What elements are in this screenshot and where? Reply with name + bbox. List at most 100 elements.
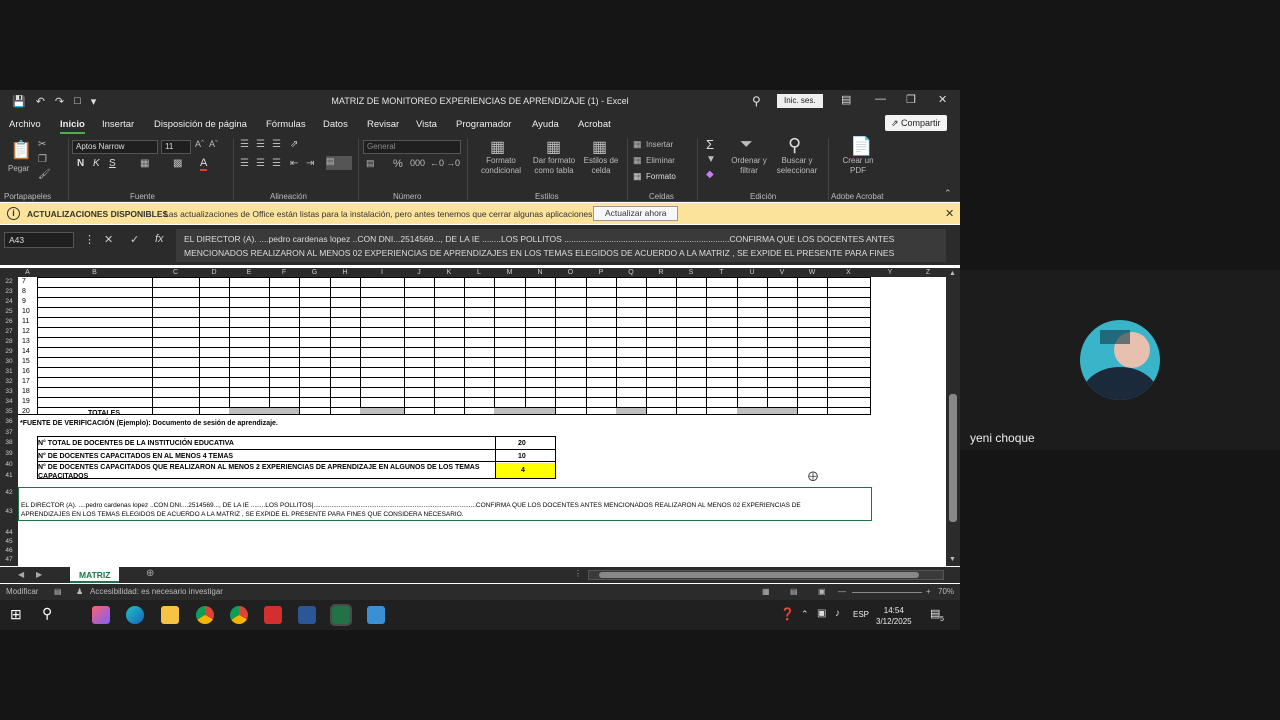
bold-icon[interactable]: N xyxy=(77,158,84,169)
row-header-24[interactable]: 24 xyxy=(0,298,18,305)
row-header-43[interactable]: 43 xyxy=(0,508,18,515)
number-format-select[interactable]: General xyxy=(363,140,461,154)
orientation-icon[interactable]: ⇗ xyxy=(290,139,298,150)
align-middle-icon[interactable]: ☰ xyxy=(256,139,265,150)
minimize-icon[interactable]: — xyxy=(875,93,886,105)
column-header-x[interactable]: X xyxy=(827,268,870,277)
zoom-level[interactable]: 70% xyxy=(938,584,954,600)
accounting-format-icon[interactable]: ▤ xyxy=(366,158,375,169)
row-header-25[interactable]: 25 xyxy=(0,308,18,315)
paste-icon[interactable]: 📋 xyxy=(10,140,32,161)
tab-disposicion[interactable]: Disposición de página xyxy=(154,119,247,130)
align-left-icon[interactable]: ☰ xyxy=(240,158,249,169)
row-header-33[interactable]: 33 xyxy=(0,388,18,395)
column-header-g[interactable]: G xyxy=(299,268,330,277)
column-header-v[interactable]: V xyxy=(767,268,797,277)
sheet-tab-matriz[interactable]: MATRIZ xyxy=(70,567,120,583)
macro-record-icon[interactable]: ▤ xyxy=(54,584,62,600)
autosum-icon[interactable]: Σ xyxy=(706,137,714,152)
row-header-36[interactable]: 36 xyxy=(0,418,18,425)
format-cells-label[interactable]: Formato xyxy=(646,172,676,182)
column-header-w[interactable]: W xyxy=(797,268,827,277)
ribbon-display-icon[interactable]: ▤ xyxy=(841,93,851,106)
next-sheet-icon[interactable]: ▶ xyxy=(36,570,42,579)
row-header-26[interactable]: 26 xyxy=(0,318,18,325)
delete-cells-label[interactable]: Eliminar xyxy=(646,156,675,166)
cut-icon[interactable]: ✂ xyxy=(38,139,46,150)
acrobat-icon[interactable] xyxy=(264,606,282,624)
font-size-select[interactable]: 11 xyxy=(161,140,191,154)
scroll-down-icon[interactable]: ▼ xyxy=(949,556,956,563)
increase-font-icon[interactable]: Aˆ xyxy=(195,139,204,149)
accessibility-status[interactable]: Accesibilidad: es necesario investigar xyxy=(90,584,223,600)
align-bottom-icon[interactable]: ☰ xyxy=(272,139,281,150)
search-icon[interactable]: ⚲ xyxy=(752,94,761,108)
copy-icon[interactable]: ❐ xyxy=(38,154,47,165)
merge-center-icon[interactable]: ▤ xyxy=(326,156,352,170)
column-header-k[interactable]: K xyxy=(434,268,464,277)
row-header-29[interactable]: 29 xyxy=(0,348,18,355)
conditional-format-label[interactable]: Formato condicional xyxy=(472,156,530,176)
word-icon[interactable] xyxy=(298,606,316,624)
language-indicator[interactable]: ESP xyxy=(853,610,869,619)
horizontal-scrollbar[interactable] xyxy=(588,570,944,580)
row-header-44[interactable]: 44 xyxy=(0,529,18,536)
paste-label[interactable]: Pegar xyxy=(8,164,29,174)
align-top-icon[interactable]: ☰ xyxy=(240,139,249,150)
enter-icon[interactable]: ✓ xyxy=(130,233,139,246)
add-sheet-icon[interactable]: ⊕ xyxy=(146,568,154,579)
font-name-select[interactable]: Aptos Narrow xyxy=(72,140,158,154)
column-header-f[interactable]: F xyxy=(269,268,299,277)
row-header-31[interactable]: 31 xyxy=(0,368,18,375)
column-header-j[interactable]: J xyxy=(404,268,434,277)
decrease-font-icon[interactable]: Aˇ xyxy=(209,139,218,149)
row-header-41[interactable]: 41 xyxy=(0,472,18,479)
file-explorer-icon[interactable] xyxy=(161,606,179,624)
name-box[interactable]: A43 xyxy=(4,232,74,248)
excel-icon[interactable] xyxy=(330,604,352,626)
tab-inicio[interactable]: Inicio xyxy=(60,119,85,134)
cancel-icon[interactable]: ✕ xyxy=(104,233,113,246)
column-header-t[interactable]: T xyxy=(706,268,737,277)
row-header-42[interactable]: 42 xyxy=(0,489,18,496)
create-pdf-label[interactable]: Crear un PDF xyxy=(838,156,878,176)
find-select-label[interactable]: Buscar y seleccionar xyxy=(770,156,824,176)
delete-cells-icon[interactable]: ▦ xyxy=(633,155,642,166)
row-header-28[interactable]: 28 xyxy=(0,338,18,345)
zoom-slider[interactable] xyxy=(852,592,922,593)
tab-datos[interactable]: Datos xyxy=(323,119,348,130)
italic-icon[interactable]: K xyxy=(93,158,100,169)
update-now-button[interactable]: Actualizar ahora xyxy=(593,206,679,221)
search-icon[interactable]: ⚲ xyxy=(42,605,52,622)
accessibility-icon[interactable]: ♟ xyxy=(76,584,83,600)
row-header-32[interactable]: 32 xyxy=(0,378,18,385)
prev-sheet-icon[interactable]: ◀ xyxy=(18,570,24,579)
tab-vista[interactable]: Vista xyxy=(416,119,437,130)
signin-button[interactable]: Inic. ses. xyxy=(777,94,823,108)
column-header-u[interactable]: U xyxy=(737,268,767,277)
increase-indent-icon[interactable]: ⇥ xyxy=(306,158,314,169)
row-header-22[interactable]: 22 xyxy=(0,278,18,285)
increase-decimal-icon[interactable]: ←0 xyxy=(430,158,444,168)
column-header-b[interactable]: B xyxy=(37,268,152,277)
column-header-s[interactable]: S xyxy=(676,268,706,277)
create-pdf-icon[interactable]: 📄 xyxy=(850,136,872,157)
column-header-l[interactable]: L xyxy=(464,268,494,277)
formula-input[interactable]: EL DIRECTOR (A). ....pedro cardenas lope… xyxy=(176,229,946,262)
thousands-icon[interactable]: 000 xyxy=(410,158,425,168)
align-right-icon[interactable]: ☰ xyxy=(272,158,281,169)
tab-revisar[interactable]: Revisar xyxy=(367,119,399,130)
tab-ayuda[interactable]: Ayuda xyxy=(532,119,559,130)
row-header-37[interactable]: 37 xyxy=(0,429,18,436)
underline-icon[interactable]: S xyxy=(109,158,116,169)
network-icon[interactable]: ▣ xyxy=(817,608,826,619)
column-header-r[interactable]: R xyxy=(646,268,676,277)
row-header-46[interactable]: 46 xyxy=(0,547,18,554)
normal-view-icon[interactable]: ▦ xyxy=(762,584,770,600)
share-button[interactable]: ⇗ Compartir xyxy=(885,115,947,131)
row-header-39[interactable]: 39 xyxy=(0,450,18,457)
cell-styles-icon[interactable]: ▦ xyxy=(592,137,607,157)
column-header-d[interactable]: D xyxy=(199,268,229,277)
fill-icon[interactable]: ▼ xyxy=(706,154,716,165)
row-header-40[interactable]: 40 xyxy=(0,461,18,468)
